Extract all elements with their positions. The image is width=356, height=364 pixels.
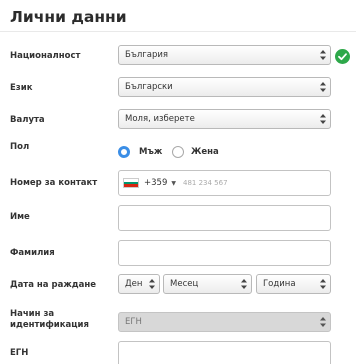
language-label: Език: [10, 83, 33, 93]
gender-label-female[interactable]: Жена: [191, 146, 219, 158]
select-arrows-icon: [320, 49, 326, 61]
id-method-label: Начин за идентификация: [10, 309, 89, 330]
select-arrows-icon: [320, 113, 326, 125]
first-name-field[interactable]: [118, 205, 331, 231]
check-circle-icon: [335, 49, 350, 64]
birth-month-select[interactable]: Месец: [163, 274, 252, 294]
nationality-select[interactable]: България: [118, 45, 331, 65]
language-select[interactable]: Български: [118, 77, 331, 97]
last-name-label: Фамилия: [10, 248, 55, 258]
birth-date-label: Дата на раждане: [10, 280, 97, 290]
currency-select[interactable]: Моля, изберете: [118, 109, 331, 129]
egn-label: ЕГН: [10, 348, 29, 358]
phone-prefix: +359: [144, 178, 168, 188]
select-arrows-icon: [320, 316, 326, 328]
birth-day-select[interactable]: Ден: [118, 274, 160, 294]
gender-radio-male[interactable]: [118, 146, 130, 158]
first-name-label: Име: [10, 212, 30, 222]
id-method-value: ЕГН: [125, 317, 142, 327]
select-arrows-icon: [149, 278, 155, 290]
select-arrows-icon: [320, 278, 326, 290]
phone-placeholder: 481 234 567: [183, 179, 228, 187]
gender-label-male[interactable]: Мъж: [139, 146, 162, 158]
egn-field[interactable]: [118, 341, 331, 364]
birth-month-value: Месец: [170, 279, 199, 289]
bulgaria-flag-icon: [123, 178, 139, 188]
gender-label: Пол: [10, 142, 30, 152]
last-name-field[interactable]: [118, 240, 331, 266]
birth-year-select[interactable]: Година: [256, 274, 331, 294]
phone-label: Номер за контакт: [10, 178, 98, 188]
phone-country-selector[interactable]: +359 ▼: [123, 171, 176, 195]
birth-day-value: Ден: [125, 279, 143, 289]
nationality-value: България: [125, 50, 168, 60]
language-value: Български: [125, 82, 173, 92]
currency-value: Моля, изберете: [125, 114, 195, 124]
caret-down-icon: ▼: [171, 179, 176, 187]
section-title: Лични данни: [10, 8, 127, 26]
phone-field[interactable]: +359 ▼ 481 234 567: [118, 170, 331, 196]
nationality-label: Националност: [10, 51, 81, 61]
id-method-select[interactable]: ЕГН: [118, 312, 331, 332]
select-arrows-icon: [320, 81, 326, 93]
section-header: Лични данни: [0, 0, 356, 32]
gender-radio-female[interactable]: [172, 146, 184, 158]
select-arrows-icon: [241, 278, 247, 290]
currency-label: Валута: [10, 115, 45, 125]
birth-year-value: Година: [263, 279, 296, 289]
